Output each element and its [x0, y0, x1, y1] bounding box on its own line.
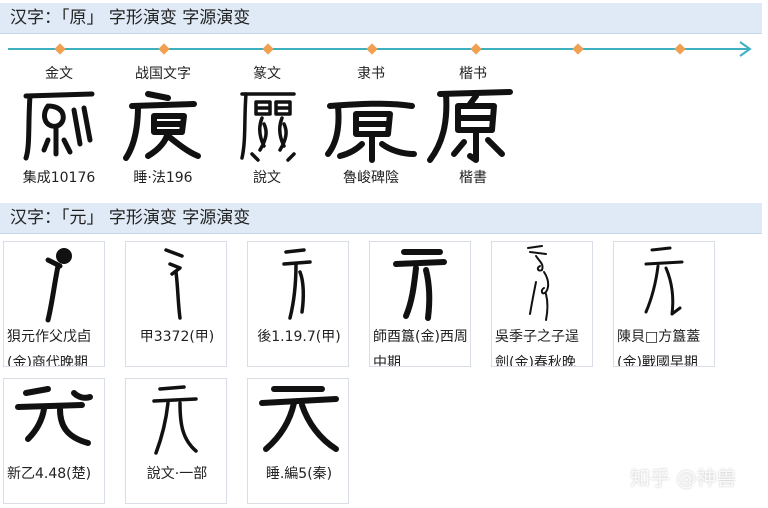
glyph-image	[644, 246, 684, 316]
glyph-caption: 吳季子之子逞劍(金)春秋晚	[495, 329, 579, 367]
glyph-image	[15, 386, 93, 446]
glyph-card[interactable]: 睡.編5(秦)	[247, 378, 349, 504]
stage-name: 楷书	[459, 66, 487, 82]
timeline-marker	[470, 43, 482, 55]
glyph-image	[282, 248, 312, 320]
glyph-image	[393, 249, 447, 321]
stage-name: 战国文字	[135, 66, 191, 82]
glyph-caption: 睡.編5(秦)	[265, 466, 333, 482]
stage-kaishu: 楷书 楷書	[418, 64, 528, 188]
glyph-caption: 新乙4.48(楚)	[7, 466, 92, 482]
stage-source: 集成10176	[22, 170, 96, 186]
stage-source: 說文	[253, 170, 281, 186]
section-title-yuan-origin: 汉字：「原」 字形演变 字源演变	[0, 3, 762, 34]
timeline-marker	[262, 43, 274, 55]
stage-source: 楷書	[459, 170, 487, 186]
glyph-card[interactable]: 陳貝□方簋蓋(金)戰國早期	[613, 241, 715, 367]
glyph-card[interactable]: 後1.19.7(甲)	[247, 241, 349, 367]
glyph-card[interactable]: 狽元作父戊卣(金)商代晚期	[3, 241, 105, 367]
glyph-caption: 陳貝□方簋蓋(金)戰國早期	[617, 329, 701, 367]
stage-name: 篆文	[253, 66, 281, 82]
stage-name: 金文	[45, 66, 73, 82]
glyph-yuan-kaishu	[427, 89, 513, 163]
stage-name: 隶书	[357, 66, 385, 82]
stage-source: 睡·法196	[133, 170, 193, 186]
stage-source: 魯峻碑陰	[343, 170, 399, 186]
stage-jinwen: 金文 集成10176	[4, 64, 114, 188]
timeline-marker	[366, 43, 378, 55]
glyph-yuan-zhuanwen	[240, 92, 296, 162]
timeline-marker	[674, 43, 686, 55]
glyph-image	[164, 248, 184, 320]
glyph-caption: 狽元作父戊卣(金)商代晚期	[7, 329, 91, 367]
timeline-marker	[572, 43, 584, 55]
glyph-caption: 師酉簋(金)西周中期	[373, 329, 468, 367]
section-title-yuan-head: 汉字：「元」 字形演变 字源演变	[0, 203, 762, 234]
glyph-card[interactable]: 說文·一部	[125, 378, 227, 504]
stage-zhanguo: 战国文字 睡·法196	[108, 64, 218, 188]
stage-zhuanwen: 篆文 說文	[212, 64, 322, 188]
glyph-yuan-lishu	[325, 100, 417, 163]
glyph-caption: 後1.19.7(甲)	[257, 329, 341, 345]
evolution-timeline: 金文 集成10176 战国文字 睡·法196 篆文 說文 隶书 魯峻碑陰 楷书 …	[0, 34, 768, 204]
glyph-caption: 說文·一部	[146, 466, 208, 482]
timeline-marker	[54, 43, 66, 55]
glyph-image	[527, 245, 550, 321]
timeline-arrow-icon	[739, 41, 752, 57]
timeline-line	[8, 48, 748, 50]
glyph-card[interactable]: 師酉簋(金)西周中期	[369, 241, 471, 367]
glyph-card[interactable]: 甲3372(甲)	[125, 241, 227, 367]
glyph-image	[152, 385, 198, 455]
glyph-card[interactable]: 吳季子之子逞劍(金)春秋晚	[491, 241, 593, 367]
timeline-marker	[158, 43, 170, 55]
glyph-image	[45, 248, 72, 323]
glyph-card[interactable]: 新乙4.48(楚)	[3, 378, 105, 504]
glyph-image	[259, 386, 339, 452]
glyph-yuan-jinwen	[23, 91, 95, 161]
glyph-yuan-zhanguo	[123, 91, 201, 161]
glyph-caption: 甲3372(甲)	[139, 329, 215, 345]
watermark-text: 知乎 @神兽	[630, 466, 737, 490]
stage-lishu: 隶书 魯峻碑陰	[316, 64, 426, 188]
